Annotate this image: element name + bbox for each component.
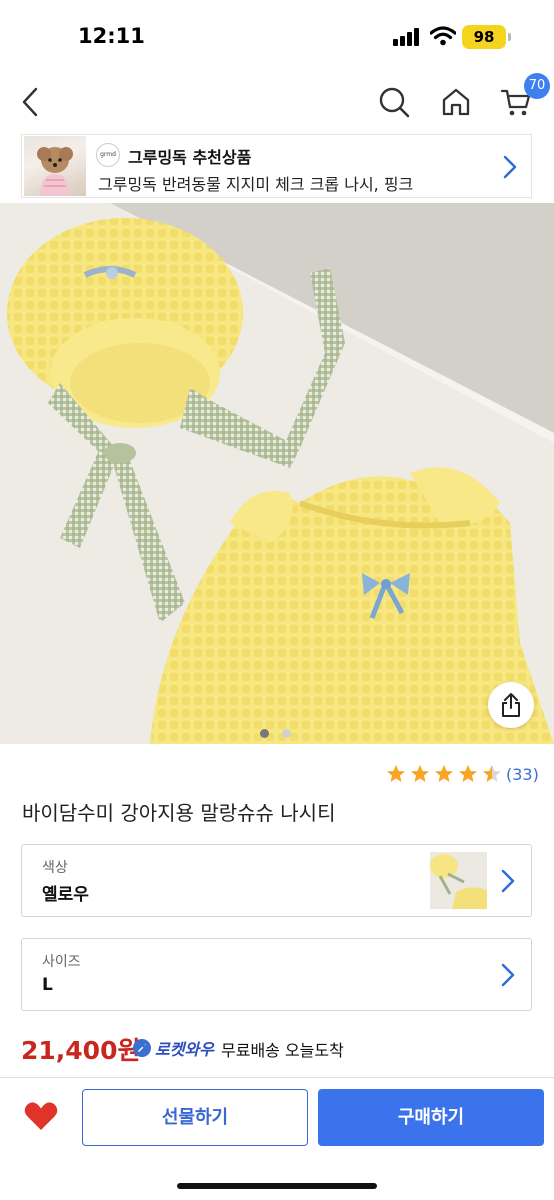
delivery-info: 무료배송 오늘도착 <box>221 1041 344 1060</box>
product-title: 바이담수미 강아지용 말랑슈슈 나시티 <box>22 801 336 825</box>
product-price: 21,400원 <box>21 1036 141 1065</box>
battery-indicator: 98 <box>462 25 506 49</box>
chevron-right-icon <box>501 869 515 893</box>
home-icon <box>442 88 470 116</box>
color-option-label: 색상 <box>42 860 68 876</box>
cart-count-badge: 70 <box>524 73 550 99</box>
brand-logo: grmd <box>96 143 120 167</box>
recommendation-thumbnail <box>24 136 86 196</box>
color-option-selector[interactable]: 색상 옐로우 <box>21 844 532 917</box>
back-button[interactable] <box>8 80 52 124</box>
recommendation-banner[interactable]: grmd 그루밍독 추천상품 그루밍독 반려동물 지지미 체크 크롭 나시, 핑… <box>21 134 532 198</box>
home-button[interactable] <box>434 80 478 124</box>
pagination-dot-active[interactable] <box>260 729 269 738</box>
chevron-right-icon <box>503 155 517 179</box>
wifi-icon <box>430 26 456 46</box>
search-button[interactable] <box>372 80 416 124</box>
rocket-wow-badge: 로켓와우 <box>132 1036 214 1060</box>
cellular-signal-icon <box>393 28 421 46</box>
color-option-thumbnail <box>430 852 487 909</box>
rocket-label: 로켓와우 <box>155 1040 214 1059</box>
product-image[interactable] <box>0 203 554 744</box>
review-count[interactable]: (33) <box>506 765 539 784</box>
rocket-icon <box>133 1039 151 1057</box>
search-icon <box>379 87 410 118</box>
nav-bar <box>0 72 554 132</box>
share-icon <box>502 693 520 717</box>
status-time: 12:11 <box>78 24 145 48</box>
heart-icon <box>24 1102 58 1130</box>
buy-button[interactable]: 구매하기 <box>318 1089 544 1146</box>
status-bar: 12:11 98 <box>0 0 554 72</box>
battery-cap <box>508 33 511 41</box>
pagination-dot[interactable] <box>282 729 291 738</box>
home-indicator[interactable] <box>177 1183 377 1189</box>
star-rating-icon <box>387 765 501 782</box>
chevron-left-icon <box>22 87 38 117</box>
recommendation-subtitle: 그루밍독 반려동물 지지미 체크 크롭 나시, 핑크 <box>98 175 414 194</box>
gift-button[interactable]: 선물하기 <box>82 1089 308 1146</box>
recommendation-title: 그루밍독 추천상품 <box>128 148 252 167</box>
share-button[interactable] <box>488 682 534 728</box>
product-rating[interactable]: (33) <box>386 764 539 784</box>
chevron-right-icon <box>501 963 515 987</box>
wishlist-button[interactable] <box>24 1101 58 1135</box>
size-option-label: 사이즈 <box>42 954 81 970</box>
color-option-value: 옐로우 <box>42 885 89 905</box>
size-option-selector[interactable]: 사이즈 L <box>21 938 532 1011</box>
size-option-value: L <box>42 975 53 995</box>
